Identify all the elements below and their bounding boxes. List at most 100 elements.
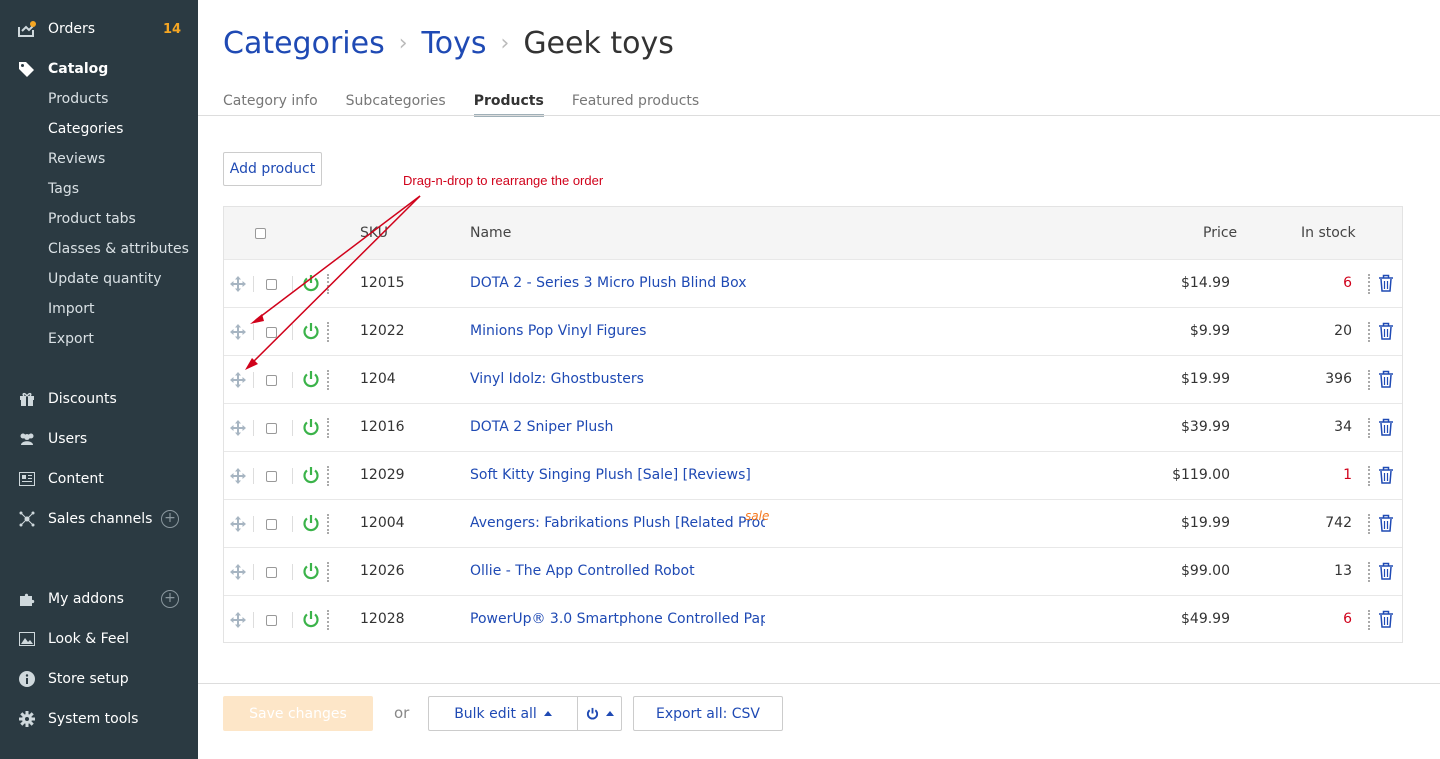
- tab-subcategories[interactable]: Subcategories: [346, 93, 446, 117]
- table-row[interactable]: 1204 Vinyl Idolz: Ghostbusters $19.99 396: [224, 355, 1402, 403]
- sidebar-item-tags[interactable]: Tags: [48, 178, 79, 200]
- row-menu-icon[interactable]: [327, 610, 330, 630]
- add-product-button[interactable]: Add product: [223, 152, 322, 186]
- row-menu-icon[interactable]: [1368, 370, 1371, 390]
- power-icon[interactable]: [302, 610, 320, 628]
- power-icon[interactable]: [302, 562, 320, 580]
- drag-handle-icon[interactable]: [230, 372, 246, 388]
- row-checkbox[interactable]: [266, 327, 277, 338]
- row-menu-icon[interactable]: [327, 322, 330, 342]
- price-cell[interactable]: $9.99: [1190, 323, 1230, 339]
- price-cell[interactable]: $99.00: [1181, 563, 1230, 579]
- sidebar-item-reviews[interactable]: Reviews: [48, 148, 105, 170]
- trash-icon[interactable]: [1378, 274, 1394, 292]
- drag-handle-icon[interactable]: [230, 564, 246, 580]
- drag-handle-icon[interactable]: [230, 420, 246, 436]
- add-sales-channel-icon[interactable]: +: [161, 510, 179, 528]
- row-menu-icon[interactable]: [327, 274, 330, 294]
- price-cell[interactable]: $19.99: [1181, 371, 1230, 387]
- nav-users[interactable]: Users: [0, 426, 198, 452]
- product-name-link[interactable]: PowerUp® 3.0 Smartphone Controlled Paper…: [470, 611, 765, 627]
- row-menu-icon[interactable]: [327, 562, 330, 582]
- stock-cell[interactable]: 6: [1343, 275, 1352, 291]
- row-menu-icon[interactable]: [1368, 322, 1371, 342]
- product-name-link[interactable]: Minions Pop Vinyl Figures: [470, 323, 646, 339]
- bulk-edit-all-button[interactable]: Bulk edit all: [428, 696, 578, 731]
- table-row[interactable]: 12022 Minions Pop Vinyl Figures $9.99 20: [224, 307, 1402, 355]
- row-checkbox[interactable]: [266, 423, 277, 434]
- nav-sales-channels[interactable]: Sales channels +: [0, 506, 198, 532]
- trash-icon[interactable]: [1378, 610, 1394, 628]
- price-cell[interactable]: $119.00: [1172, 467, 1230, 483]
- row-menu-icon[interactable]: [1368, 466, 1371, 486]
- sidebar-item-product-tabs[interactable]: Product tabs: [48, 208, 136, 230]
- table-row[interactable]: 12029 Soft Kitty Singing Plush [Sale] [Re…: [224, 451, 1402, 499]
- nav-discounts[interactable]: Discounts: [0, 386, 198, 412]
- nav-orders[interactable]: Orders 14: [0, 16, 198, 42]
- product-name-link[interactable]: DOTA 2 - Series 3 Micro Plush Blind Box: [470, 275, 747, 291]
- trash-icon[interactable]: [1378, 466, 1394, 484]
- row-checkbox[interactable]: [266, 519, 277, 530]
- drag-handle-icon[interactable]: [230, 324, 246, 340]
- trash-icon[interactable]: [1378, 370, 1394, 388]
- row-menu-icon[interactable]: [327, 466, 330, 486]
- row-checkbox[interactable]: [266, 471, 277, 482]
- stock-cell[interactable]: 13: [1334, 563, 1352, 579]
- table-row[interactable]: 12028 PowerUp® 3.0 Smartphone Controlled …: [224, 595, 1402, 643]
- trash-icon[interactable]: [1378, 418, 1394, 436]
- row-checkbox[interactable]: [266, 375, 277, 386]
- stock-cell[interactable]: 20: [1334, 323, 1352, 339]
- tab-category-info[interactable]: Category info: [223, 93, 318, 117]
- price-cell[interactable]: $49.99: [1181, 611, 1230, 627]
- stock-cell[interactable]: 34: [1334, 419, 1352, 435]
- sidebar-item-export[interactable]: Export: [48, 328, 94, 350]
- tab-products[interactable]: Products: [473, 93, 544, 117]
- row-menu-icon[interactable]: [1368, 562, 1371, 582]
- sidebar-item-categories[interactable]: Categories: [48, 118, 123, 140]
- drag-handle-icon[interactable]: [230, 612, 246, 628]
- power-icon[interactable]: [302, 418, 320, 436]
- stock-cell[interactable]: 1: [1343, 467, 1352, 483]
- power-toggle-dropdown-button[interactable]: [577, 696, 622, 731]
- nav-content[interactable]: Content: [0, 466, 198, 492]
- table-row[interactable]: 12004 Avengers: Fabrikations Plush [Relat…: [224, 499, 1402, 547]
- sidebar-item-classes-attributes[interactable]: Classes & attributes: [48, 238, 189, 260]
- breadcrumb-toys-link[interactable]: Toys: [422, 26, 487, 61]
- power-icon[interactable]: [302, 466, 320, 484]
- price-cell[interactable]: $39.99: [1181, 419, 1230, 435]
- product-name-link[interactable]: Soft Kitty Singing Plush [Sale] [Reviews…: [470, 467, 751, 483]
- table-row[interactable]: 12026 Ollie - The App Controlled Robot $99…: [224, 547, 1402, 595]
- drag-handle-icon[interactable]: [230, 468, 246, 484]
- nav-system-tools[interactable]: System tools: [0, 706, 198, 732]
- stock-cell[interactable]: 742: [1325, 515, 1352, 531]
- sidebar-item-update-quantity[interactable]: Update quantity: [48, 268, 162, 290]
- add-addon-icon[interactable]: +: [161, 590, 179, 608]
- product-name-link[interactable]: Avengers: Fabrikations Plush [Related Pr…: [470, 515, 765, 531]
- power-icon[interactable]: [302, 274, 320, 292]
- row-checkbox[interactable]: [266, 279, 277, 290]
- nav-my-addons[interactable]: My addons +: [0, 586, 198, 612]
- sku-column-header[interactable]: SKU: [360, 225, 388, 241]
- sidebar-item-products[interactable]: Products: [48, 88, 108, 110]
- row-checkbox[interactable]: [266, 567, 277, 578]
- tab-featured-products[interactable]: Featured products: [572, 93, 699, 117]
- row-menu-icon[interactable]: [327, 418, 330, 438]
- trash-icon[interactable]: [1378, 322, 1394, 340]
- row-menu-icon[interactable]: [1368, 514, 1371, 534]
- select-all-checkbox[interactable]: [255, 228, 266, 239]
- power-icon[interactable]: [302, 514, 320, 532]
- nav-look-feel[interactable]: Look & Feel: [0, 626, 198, 652]
- stock-cell[interactable]: 396: [1325, 371, 1352, 387]
- price-column-header[interactable]: Price: [1203, 225, 1237, 241]
- row-menu-icon[interactable]: [1368, 610, 1371, 630]
- nav-catalog[interactable]: Catalog: [0, 56, 198, 82]
- row-checkbox[interactable]: [266, 615, 277, 626]
- row-menu-icon[interactable]: [1368, 418, 1371, 438]
- row-menu-icon[interactable]: [1368, 274, 1371, 294]
- export-all-csv-button[interactable]: Export all: CSV: [633, 696, 783, 731]
- row-menu-icon[interactable]: [327, 370, 330, 390]
- breadcrumb-categories-link[interactable]: Categories: [223, 26, 385, 61]
- name-column-header[interactable]: Name: [470, 225, 511, 241]
- product-name-link[interactable]: Vinyl Idolz: Ghostbusters: [470, 371, 644, 387]
- drag-handle-icon[interactable]: [230, 276, 246, 292]
